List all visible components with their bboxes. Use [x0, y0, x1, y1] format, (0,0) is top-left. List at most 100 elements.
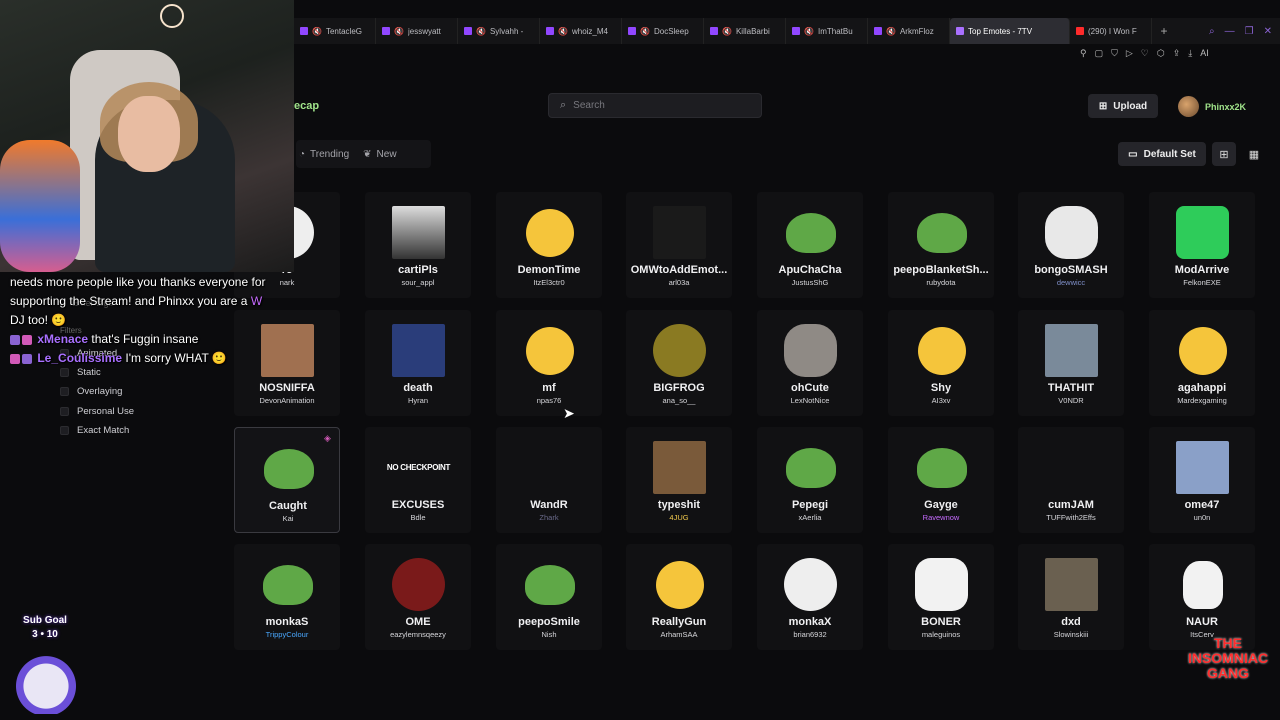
- browser-tab[interactable]: Top Emotes - 7TV: [950, 18, 1070, 44]
- muted-speaker-icon[interactable]: 🔇: [394, 27, 404, 36]
- emote-card[interactable]: peepoSmile Nish: [496, 544, 602, 650]
- new-tab-button[interactable]: +: [1152, 24, 1176, 38]
- ai-button[interactable]: AI: [1200, 48, 1209, 58]
- emote-author[interactable]: AI3xv: [888, 396, 994, 405]
- play-icon[interactable]: ▷: [1126, 48, 1133, 59]
- emote-author[interactable]: sour_appl: [365, 278, 471, 287]
- muted-speaker-icon[interactable]: 🔇: [886, 27, 896, 36]
- emote-author[interactable]: brian6932: [757, 630, 863, 639]
- screenshot-icon[interactable]: ▢: [1095, 48, 1104, 59]
- emote-card[interactable]: ReallyGun ArhamSAA: [626, 544, 732, 650]
- emote-card[interactable]: Gayge Ravewnow: [888, 427, 994, 533]
- emote-card[interactable]: OME eazylemnsqeezy: [365, 544, 471, 650]
- emote-author[interactable]: Nish: [496, 630, 602, 639]
- browser-tab[interactable]: 🔇 whoiz_M4: [540, 18, 622, 44]
- emote-author[interactable]: dewwicc: [1018, 278, 1124, 287]
- emote-card[interactable]: DemonTime ItzEl3ctr0: [496, 192, 602, 298]
- emote-author[interactable]: Mardexgaming: [1149, 396, 1255, 405]
- emote-card[interactable]: ohCute LexNotNice: [757, 310, 863, 416]
- emote-author[interactable]: FelkonEXE: [1149, 278, 1255, 287]
- grid-view-button[interactable]: ⊞: [1212, 142, 1236, 166]
- filter-exact-match[interactable]: Exact Match: [60, 425, 129, 436]
- emote-card[interactable]: ◈ Caught Kai: [234, 427, 340, 533]
- upload-button[interactable]: ⊞ Upload: [1088, 94, 1158, 118]
- minimize-icon[interactable]: —: [1225, 26, 1235, 37]
- emote-card[interactable]: typeshit 4JUG: [626, 427, 732, 533]
- emote-card[interactable]: dxd Slowinskiii: [1018, 544, 1124, 650]
- emote-card[interactable]: OMWtoAddEmot... arl03a: [626, 192, 732, 298]
- browser-tab[interactable]: 🔇 ImThatBu: [786, 18, 868, 44]
- compact-view-button[interactable]: ▦: [1242, 142, 1266, 166]
- muted-speaker-icon[interactable]: 🔇: [312, 27, 322, 36]
- search-tabs-icon[interactable]: ⌕: [1209, 26, 1215, 37]
- heart-icon[interactable]: ♡: [1141, 48, 1149, 59]
- emote-author[interactable]: Ravewnow: [888, 513, 994, 522]
- emote-author[interactable]: JustusShG: [757, 278, 863, 287]
- emote-author[interactable]: LexNotNice: [757, 396, 863, 405]
- extensions-icon[interactable]: ⬡: [1157, 48, 1165, 59]
- emote-author[interactable]: Zhark: [496, 513, 602, 522]
- emote-author[interactable]: arl03a: [626, 278, 732, 287]
- site-brand[interactable]: ecap: [294, 100, 319, 112]
- browser-tab[interactable]: 🔇 DocSleep: [622, 18, 704, 44]
- browser-tab[interactable]: 🔇 jesswyatt: [376, 18, 458, 44]
- emote-author[interactable]: TUFFwith2Effs: [1018, 513, 1124, 522]
- emote-card[interactable]: bongoSMASH dewwicc: [1018, 192, 1124, 298]
- emote-card[interactable]: NO CHECKPOINT EXCUSES Bdle: [365, 427, 471, 533]
- emote-author[interactable]: Slowinskiii: [1018, 630, 1124, 639]
- emote-card[interactable]: cartiPls sour_appl: [365, 192, 471, 298]
- emote-author[interactable]: V0NDR: [1018, 396, 1124, 405]
- browser-tab[interactable]: 🔇 KillaBarbi: [704, 18, 786, 44]
- emote-card[interactable]: peepoBlanketSh... rubydota: [888, 192, 994, 298]
- default-set-button[interactable]: ▭ Default Set: [1118, 142, 1206, 166]
- download-icon[interactable]: ⤓: [1188, 48, 1192, 59]
- search-bar[interactable]: ⌕: [548, 93, 762, 118]
- emote-author[interactable]: npas76: [496, 396, 602, 405]
- shield-icon[interactable]: ⛉: [1111, 48, 1118, 59]
- tab-trending[interactable]: ◔ Trending: [299, 149, 349, 160]
- emote-card[interactable]: Shy AI3xv: [888, 310, 994, 416]
- browser-tab[interactable]: 🔇 Sylvahh -: [458, 18, 540, 44]
- search-input[interactable]: [573, 100, 734, 111]
- emote-card[interactable]: BIGFROG ana_so__: [626, 310, 732, 416]
- emote-card[interactable]: BONER maleguinos: [888, 544, 994, 650]
- emote-card[interactable]: THATHIT V0NDR: [1018, 310, 1124, 416]
- emote-card[interactable]: Pepegi xAerlia: [757, 427, 863, 533]
- checkbox[interactable]: [60, 368, 69, 377]
- pin-icon[interactable]: ⚲: [1080, 48, 1087, 59]
- emote-card[interactable]: ApuChaCha JustusShG: [757, 192, 863, 298]
- close-icon[interactable]: ✕: [1264, 26, 1272, 37]
- emote-author[interactable]: Hyran: [365, 396, 471, 405]
- share-icon[interactable]: ⇪: [1173, 48, 1181, 59]
- muted-speaker-icon[interactable]: 🔇: [558, 27, 568, 36]
- browser-tab[interactable]: 🔇 TentacleG: [294, 18, 376, 44]
- emote-author[interactable]: eazylemnsqeezy: [365, 630, 471, 639]
- muted-speaker-icon[interactable]: 🔇: [640, 27, 650, 36]
- emote-card[interactable]: death Hyran: [365, 310, 471, 416]
- checkbox[interactable]: [60, 407, 69, 416]
- browser-tab[interactable]: (290) I Won F: [1070, 18, 1152, 44]
- emote-author[interactable]: maleguinos: [888, 630, 994, 639]
- emote-author[interactable]: ItzEl3ctr0: [496, 278, 602, 287]
- emote-card[interactable]: monkaS TrippyColour: [234, 544, 340, 650]
- filter-static[interactable]: Static: [60, 367, 101, 378]
- emote-author[interactable]: 4JUG: [626, 513, 732, 522]
- muted-speaker-icon[interactable]: 🔇: [476, 27, 486, 36]
- checkbox[interactable]: [60, 387, 69, 396]
- muted-speaker-icon[interactable]: 🔇: [722, 27, 732, 36]
- filter-personal-use[interactable]: Personal Use: [60, 406, 134, 417]
- emote-author[interactable]: ArhamSAA: [626, 630, 732, 639]
- emote-author[interactable]: TrippyColour: [234, 630, 340, 639]
- emote-author[interactable]: DevonAnimation: [234, 396, 340, 405]
- emote-card[interactable]: mf npas76: [496, 310, 602, 416]
- tab-new[interactable]: ❦ New: [363, 149, 396, 160]
- user-menu[interactable]: Phinxx2K: [1178, 96, 1246, 117]
- emote-card[interactable]: monkaX brian6932: [757, 544, 863, 650]
- emote-author[interactable]: Bdle: [365, 513, 471, 522]
- emote-card[interactable]: agahappi Mardexgaming: [1149, 310, 1255, 416]
- emote-author[interactable]: Kai: [235, 514, 341, 523]
- browser-tab[interactable]: 🔇 ArkmFloz: [868, 18, 950, 44]
- emote-card[interactable]: WandR Zhark: [496, 427, 602, 533]
- checkbox[interactable]: [60, 426, 69, 435]
- emote-author[interactable]: rubydota: [888, 278, 994, 287]
